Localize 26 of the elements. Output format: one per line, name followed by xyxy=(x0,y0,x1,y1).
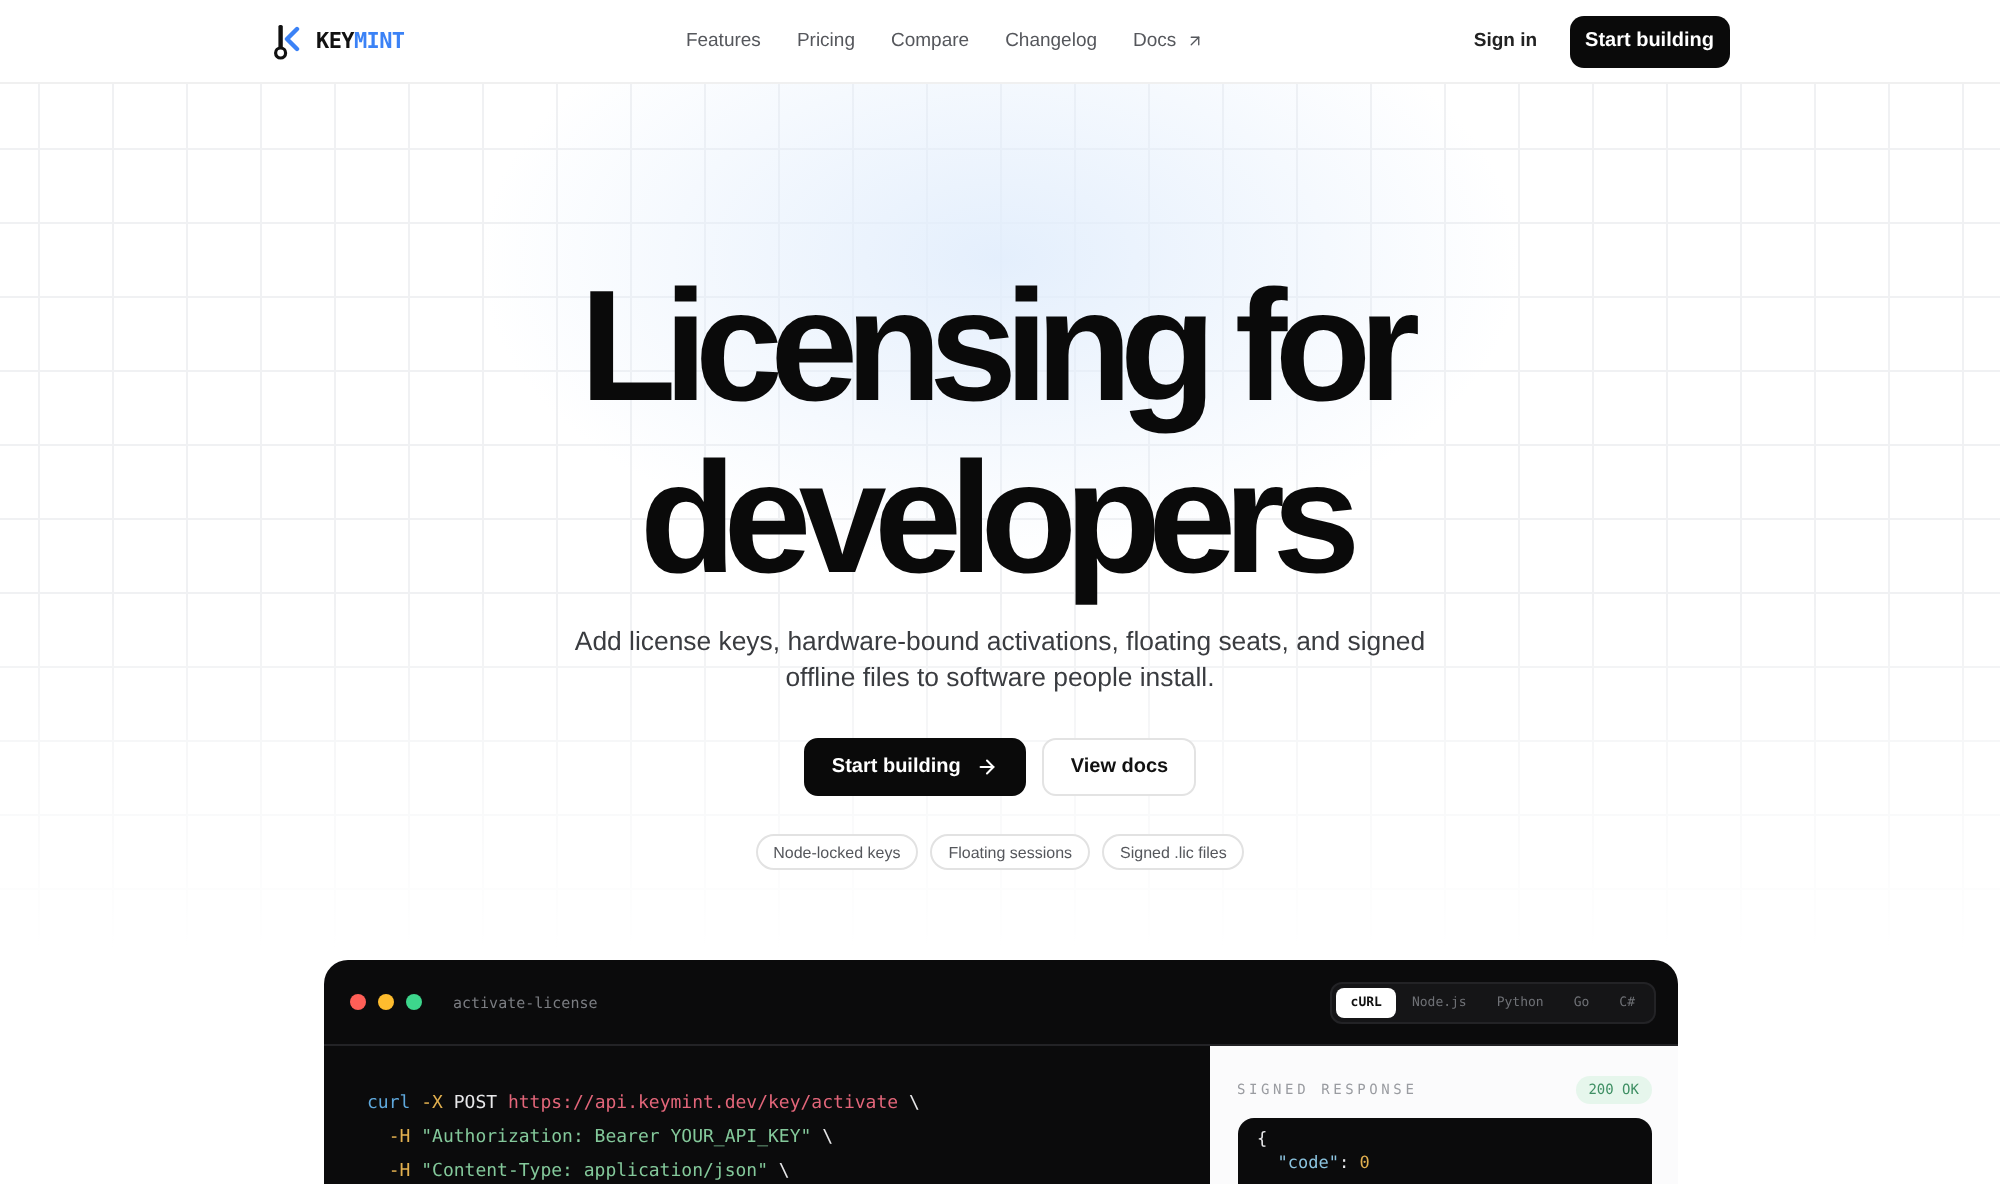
feature-tag: Node-locked keys xyxy=(755,834,919,870)
logo-icon xyxy=(274,23,300,59)
nav-link[interactable]: Compare xyxy=(890,30,970,52)
start-building-button[interactable]: Start building xyxy=(803,738,1027,796)
code-line: { xyxy=(1257,1128,1270,1152)
window-dot-icon xyxy=(349,994,365,1010)
start-building-button[interactable]: Start building xyxy=(1569,15,1730,67)
hero-subtitle: Add license keys, hardware-bound activations, floating seats, and signed offline files to software people install. xyxy=(574,624,1426,696)
hero-title: Licensing for developers xyxy=(577,260,1423,604)
code-line: -H "Authorization: Bearer YOUR_API_KEY" \ xyxy=(386,1126,836,1152)
logo-wordmark[interactable]: KEYMINT xyxy=(316,28,405,54)
nav-link[interactable]: Docs xyxy=(1133,30,1205,52)
nav-link[interactable]: Changelog xyxy=(1005,30,1098,52)
feature-tag: Floating sessions xyxy=(930,834,1091,870)
window-dot-icon xyxy=(377,994,393,1010)
window-dot-icon xyxy=(405,994,421,1010)
code-line: "code": 0 xyxy=(1275,1152,1372,1176)
code-line: -H "Content-Type: application/json" \ xyxy=(386,1160,792,1184)
arrow-right-icon xyxy=(976,756,999,778)
sign-in-link[interactable]: Sign in xyxy=(1473,30,1538,52)
code-line: curl -X POST https://api.keymint.dev/key/activate \ xyxy=(367,1092,922,1118)
feature-tag: Signed .lic files xyxy=(1102,834,1245,870)
nav-link[interactable]: Pricing xyxy=(796,30,855,52)
view-docs-button[interactable]: View docs xyxy=(1042,738,1197,796)
nav-link[interactable]: Features xyxy=(685,30,761,52)
external-arrow-icon xyxy=(1186,32,1205,50)
